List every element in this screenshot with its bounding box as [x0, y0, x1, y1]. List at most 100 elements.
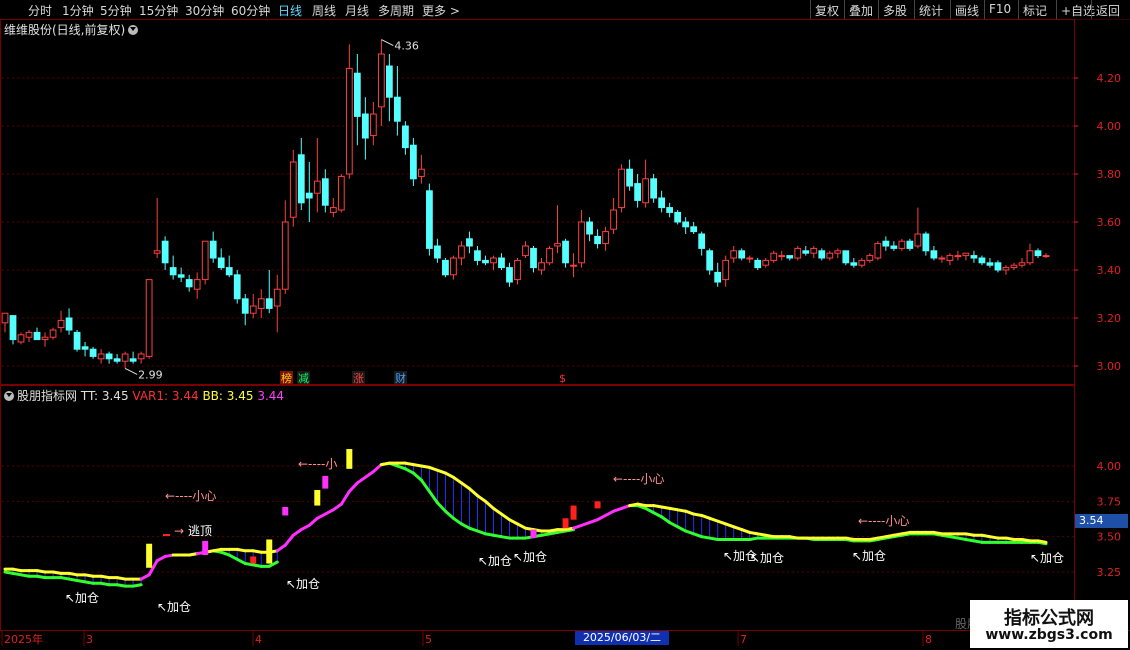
candle-body: [786, 255, 794, 259]
candle-body: [369, 113, 377, 137]
candle-body: [49, 329, 57, 338]
candle-body: [33, 331, 41, 341]
signal-bar: [314, 490, 321, 506]
candle-body: [65, 317, 73, 331]
candle-body: [466, 238, 473, 247]
var1-segment: [443, 509, 455, 520]
add-position-annotation: ↖加仓: [65, 591, 99, 605]
candle-body: [97, 353, 105, 360]
low-marker-arrow: [124, 367, 138, 375]
careful-annotation: ←----小: [298, 457, 337, 471]
candle-body: [345, 67, 353, 175]
candle-body: [706, 250, 714, 271]
candle-body: [385, 65, 393, 98]
candle-body: [594, 235, 601, 245]
candle-body: [169, 267, 177, 276]
candle-body: [185, 279, 193, 288]
candle-body: [313, 180, 321, 194]
candle-body: [81, 346, 89, 350]
candle-body: [57, 319, 65, 329]
event-tag: 涨: [353, 372, 364, 385]
candle-body: [161, 240, 169, 264]
candle-body: [994, 262, 1002, 271]
candle-body: [970, 255, 978, 259]
indicator-axis-label: 3.50: [1097, 531, 1122, 544]
candle-body: [1034, 250, 1042, 257]
candle-body: [490, 257, 497, 264]
candle-body: [233, 274, 241, 300]
candle-body: [1018, 262, 1026, 266]
candle-body: [962, 252, 970, 257]
add-position-annotation: ↖加仓: [513, 550, 547, 564]
candle-body: [329, 207, 337, 213]
main-axis-label: 4.00: [1097, 120, 1122, 133]
candle-body: [426, 190, 433, 249]
candle-body: [321, 178, 329, 206]
high-marker-arrow: [381, 39, 394, 47]
candle-body: [746, 257, 754, 260]
candle-body: [1002, 267, 1010, 271]
main-axis-label: 3.20: [1097, 312, 1122, 325]
signal-bar: [530, 529, 537, 539]
candle-body: [546, 247, 553, 264]
candle-body: [225, 267, 233, 276]
candle-body: [458, 245, 465, 259]
candle-body: [145, 279, 153, 357]
candle-body: [642, 178, 649, 204]
candle-body: [402, 125, 409, 149]
candle-body: [514, 259, 521, 281]
main-axis-label: 3.60: [1097, 216, 1122, 229]
candle-body: [842, 250, 850, 264]
candle-body: [137, 353, 145, 360]
candle-body: [506, 267, 513, 283]
main-axis-label: 3.00: [1097, 360, 1122, 373]
candle-body: [281, 221, 289, 290]
candle-body: [9, 315, 17, 341]
var1-segment: [419, 478, 431, 493]
candle-body: [241, 298, 249, 314]
candle-body: [938, 257, 946, 260]
candle-body: [257, 298, 265, 309]
candle-body: [634, 183, 641, 201]
candle-body: [730, 250, 738, 259]
indicator-panel-frame: [0, 385, 1075, 631]
candle-body: [562, 240, 569, 264]
time-axis-label: 2025年: [4, 632, 43, 646]
candle-body: [25, 331, 33, 338]
candle-body: [874, 243, 882, 259]
candle-body: [89, 348, 97, 357]
candle-body: [450, 257, 457, 276]
time-axis-label: 7: [740, 633, 747, 646]
signal-bar: [146, 543, 153, 568]
signal-bar: [322, 475, 329, 489]
candle-body: [193, 279, 201, 290]
candle-body: [249, 305, 257, 314]
candle-body: [898, 240, 906, 249]
candle-body: [353, 72, 361, 117]
selected-date-box: 2025/06/03/二: [575, 631, 669, 645]
candle-body: [1042, 255, 1050, 258]
time-axis-label: 8: [925, 633, 932, 646]
escape-arrow-glyph: →: [174, 524, 184, 538]
candle-body: [530, 247, 537, 269]
candle-body: [810, 247, 818, 254]
candle-body: [418, 168, 425, 177]
candle-body: [105, 353, 113, 360]
candle-body: [698, 233, 706, 249]
candle-body: [802, 250, 810, 254]
candle-body: [930, 250, 938, 259]
magenta-segment: [347, 481, 359, 493]
main-panel-frame: [0, 19, 1075, 385]
magenta-segment: [339, 489, 351, 506]
candle-body: [722, 259, 730, 281]
var1-segment: [435, 501, 447, 513]
candle-body: [442, 259, 449, 276]
candle-body: [946, 255, 954, 261]
add-position-annotation: ↖加仓: [286, 577, 320, 591]
time-axis-label: 3: [86, 633, 93, 646]
candle-body: [113, 358, 121, 362]
candle-body: [826, 252, 834, 259]
chart-canvas: 4.20 4.00 3.80 3.60 3.40 3.20 3.00 4.00 3.75 3.50…: [0, 19, 1130, 646]
candle-body: [954, 255, 962, 258]
candle-body: [538, 262, 545, 271]
